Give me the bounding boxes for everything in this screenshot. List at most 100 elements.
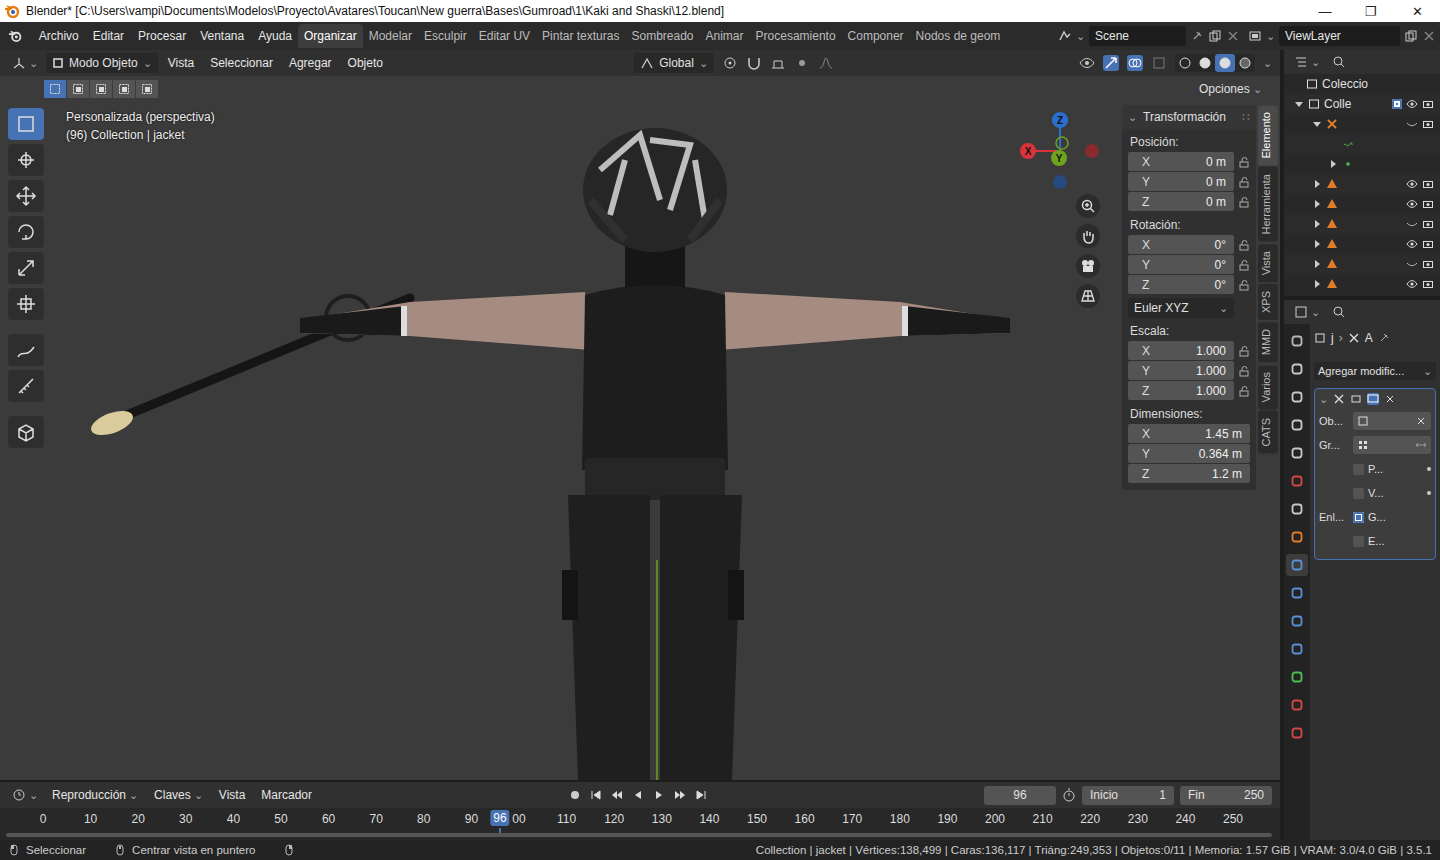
tool-button[interactable] bbox=[8, 108, 44, 140]
orientation-dropdown[interactable]: Global⌄ bbox=[634, 53, 714, 73]
expand-arrow-icon[interactable] bbox=[1315, 240, 1320, 248]
shading-mode-button[interactable] bbox=[1195, 54, 1215, 72]
lock-icon[interactable] bbox=[1238, 279, 1250, 291]
properties-tab[interactable] bbox=[1286, 470, 1308, 492]
tool-button[interactable] bbox=[8, 288, 44, 320]
tool-button[interactable] bbox=[8, 416, 44, 448]
shading-mode-button[interactable] bbox=[1175, 54, 1195, 72]
lock-icon[interactable] bbox=[1238, 365, 1250, 377]
jump-start-icon[interactable] bbox=[589, 788, 603, 802]
outliner-row[interactable] bbox=[1284, 274, 1440, 294]
number-field[interactable]: Z1.000 bbox=[1128, 381, 1234, 400]
prev-keyframe-icon[interactable] bbox=[610, 788, 624, 802]
sidebar-tab[interactable]: XPS bbox=[1258, 284, 1278, 320]
eye-icon[interactable] bbox=[1406, 118, 1418, 130]
outliner-row[interactable] bbox=[1284, 174, 1440, 194]
properties-tab[interactable] bbox=[1286, 610, 1308, 632]
tool-button[interactable] bbox=[8, 252, 44, 284]
pin-icon[interactable] bbox=[1190, 29, 1204, 43]
scene-selector[interactable]: ⌄Scene bbox=[1054, 26, 1244, 46]
snap-target-icon[interactable] bbox=[770, 55, 786, 71]
realtime-icon[interactable] bbox=[1367, 393, 1379, 405]
number-field[interactable]: Y1.000 bbox=[1128, 361, 1234, 380]
end-frame-field[interactable]: Fin250 bbox=[1180, 786, 1272, 805]
properties-tab[interactable] bbox=[1286, 386, 1308, 408]
editor-type-button[interactable]: ⌄ bbox=[8, 786, 42, 804]
camera-icon[interactable] bbox=[1422, 198, 1434, 210]
properties-tab[interactable] bbox=[1286, 666, 1308, 688]
expand-arrow-icon[interactable] bbox=[1315, 260, 1320, 268]
proportional-edit-icon[interactable] bbox=[794, 55, 810, 71]
tool-button[interactable] bbox=[8, 216, 44, 248]
next-keyframe-icon[interactable] bbox=[673, 788, 687, 802]
properties-tab[interactable] bbox=[1286, 722, 1308, 744]
menu-item[interactable]: Ayuda bbox=[252, 27, 298, 45]
3d-viewport[interactable]: ⌄Modo Objeto⌄VistaSeleccionarAgregarObje… bbox=[0, 50, 1280, 780]
camera-icon[interactable] bbox=[1422, 238, 1434, 250]
close-icon[interactable] bbox=[1226, 29, 1240, 43]
outliner-row[interactable]: Coleccio bbox=[1284, 74, 1440, 94]
lock-icon[interactable] bbox=[1238, 345, 1250, 357]
expand-arrow-icon[interactable] bbox=[1315, 220, 1320, 228]
exclude-checkbox[interactable] bbox=[1392, 99, 1402, 109]
eye-icon[interactable] bbox=[1406, 218, 1418, 230]
start-frame-field[interactable]: Inicio1 bbox=[1082, 786, 1174, 805]
select-mode-button[interactable] bbox=[113, 80, 135, 98]
expand-arrow-icon[interactable] bbox=[1315, 200, 1320, 208]
search-icon[interactable] bbox=[1332, 55, 1346, 69]
outliner-row[interactable] bbox=[1284, 134, 1440, 154]
expand-arrow-icon[interactable] bbox=[1315, 180, 1320, 188]
workspace-tab[interactable]: Procesamiento bbox=[750, 24, 842, 48]
number-field[interactable]: Z1.2 m bbox=[1128, 464, 1250, 483]
select-mode-button[interactable] bbox=[67, 80, 89, 98]
lock-icon[interactable] bbox=[1238, 156, 1250, 168]
tool-button[interactable] bbox=[8, 334, 44, 366]
snap-icon[interactable] bbox=[746, 55, 762, 71]
record-icon[interactable] bbox=[568, 788, 582, 802]
number-field[interactable]: X1.000 bbox=[1128, 341, 1234, 360]
keyframe-dot-icon[interactable] bbox=[1427, 467, 1431, 471]
clear-icon[interactable] bbox=[1415, 415, 1427, 427]
camera-icon[interactable] bbox=[1422, 118, 1434, 130]
viewport-menu[interactable]: Seleccionar bbox=[204, 54, 279, 72]
checkbox[interactable] bbox=[1353, 512, 1364, 523]
lock-icon[interactable] bbox=[1238, 239, 1250, 251]
properties-tab[interactable] bbox=[1286, 442, 1308, 464]
modifier-field[interactable] bbox=[1353, 412, 1431, 430]
menu-item[interactable]: Archivo bbox=[33, 27, 85, 45]
sidebar-tab[interactable]: Herramienta bbox=[1258, 167, 1278, 242]
number-field[interactable]: X0° bbox=[1128, 235, 1234, 254]
options-dropdown[interactable]: Opciones ⌄ bbox=[1195, 80, 1266, 98]
invert-icon[interactable] bbox=[1415, 439, 1427, 451]
timeline-scrollbar[interactable] bbox=[6, 833, 1272, 837]
sidebar-tab[interactable]: CATS bbox=[1258, 411, 1278, 454]
zoom-button[interactable] bbox=[1076, 194, 1100, 218]
workspace-tab[interactable]: Componer bbox=[842, 24, 910, 48]
lock-icon[interactable] bbox=[1238, 385, 1250, 397]
eye-icon[interactable] bbox=[1406, 258, 1418, 270]
close-icon[interactable] bbox=[1422, 29, 1436, 43]
character-model[interactable] bbox=[88, 128, 1010, 780]
pin-icon[interactable] bbox=[1378, 332, 1390, 344]
expand-arrow-icon[interactable] bbox=[1315, 280, 1320, 288]
properties-tab[interactable] bbox=[1286, 554, 1308, 576]
transform-panel-header[interactable]: ⌄Transformación∷ bbox=[1122, 105, 1256, 129]
properties-tab[interactable] bbox=[1286, 638, 1308, 660]
eye-icon[interactable] bbox=[1406, 178, 1418, 190]
number-field[interactable]: Y0 m bbox=[1128, 172, 1234, 191]
scene-name-field[interactable]: Scene bbox=[1089, 26, 1186, 46]
select-mode-button[interactable] bbox=[90, 80, 112, 98]
sidebar-tab[interactable]: MMD bbox=[1258, 322, 1278, 362]
window-control-button[interactable]: ✕ bbox=[1394, 4, 1440, 19]
modifier-field[interactable] bbox=[1353, 436, 1431, 454]
timeline-menu[interactable]: Reproducción ⌄ bbox=[46, 786, 144, 804]
eye-icon[interactable] bbox=[1406, 238, 1418, 250]
eye-icon[interactable] bbox=[1406, 98, 1418, 110]
keyframe-dot-icon[interactable] bbox=[1427, 491, 1431, 495]
view-layer-name-field[interactable]: ViewLayer bbox=[1279, 26, 1400, 46]
perspective-toggle-button[interactable] bbox=[1076, 284, 1100, 308]
workspace-tab[interactable]: Sombreado bbox=[625, 24, 699, 48]
overlay-toggle-icon[interactable] bbox=[1127, 55, 1143, 71]
play-reverse-icon[interactable] bbox=[631, 788, 645, 802]
workspace-tab[interactable]: Modelar bbox=[363, 24, 418, 48]
